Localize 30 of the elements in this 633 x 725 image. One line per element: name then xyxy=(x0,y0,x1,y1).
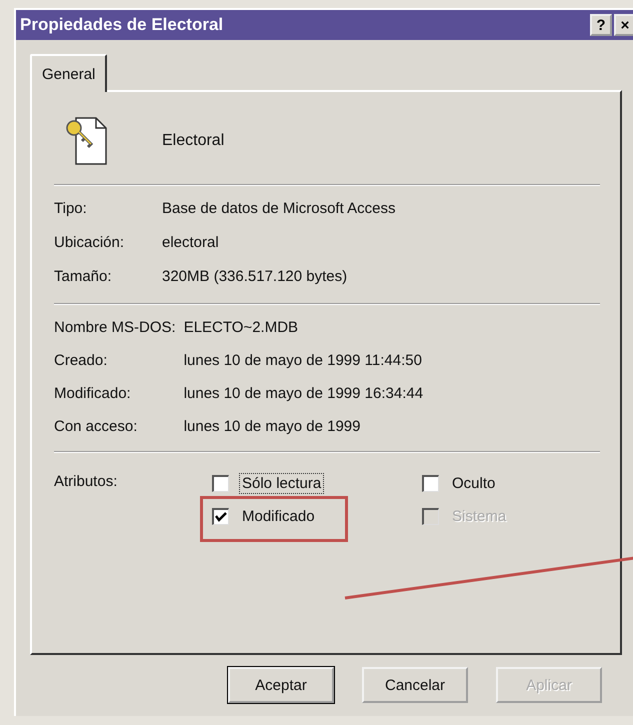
attributes-label: Atributos: xyxy=(54,473,118,490)
field-label: Modificado: xyxy=(54,385,132,402)
field-label: Tamaño: xyxy=(54,268,113,285)
checkbox-label[interactable]: Modificado xyxy=(239,506,318,527)
field-label: Ubicación: xyxy=(54,234,126,251)
field-value: ELECTO~2.MDB xyxy=(184,319,300,336)
help-button[interactable]: ? xyxy=(590,14,612,36)
checkbox[interactable] xyxy=(212,508,229,525)
window-title: Propiedades de Electoral xyxy=(20,15,224,35)
key-document-icon xyxy=(64,116,108,166)
tab[interactable]: General xyxy=(30,54,108,92)
check-icon xyxy=(215,511,227,523)
field-value: lunes 10 de mayo de 1999 11:44:50 xyxy=(184,352,423,369)
field-value: electoral xyxy=(162,234,220,251)
field-value: 320MB (336.517.120 bytes) xyxy=(162,268,348,285)
close-button[interactable]: × xyxy=(614,14,633,36)
checkbox-label[interactable]: Sólo lectura xyxy=(239,473,324,494)
file-name: Electoral xyxy=(162,132,224,150)
checkbox-label[interactable]: Oculto xyxy=(449,473,498,494)
dialog-button[interactable]: Cancelar xyxy=(362,667,468,703)
field-value: Base de datos de Microsoft Access xyxy=(162,200,396,217)
dialog-button[interactable]: Aceptar xyxy=(228,667,334,703)
field-value: lunes 10 de mayo de 1999 16:34:44 xyxy=(184,385,424,402)
field-value: lunes 10 de mayo de 1999 xyxy=(184,418,362,435)
checkbox[interactable] xyxy=(212,475,229,492)
checkbox[interactable] xyxy=(422,475,439,492)
field-label: Nombre MS-DOS: xyxy=(54,319,176,336)
field-label: Con acceso: xyxy=(54,418,138,435)
field-label: Creado: xyxy=(54,352,108,369)
field-label: Tipo: xyxy=(54,200,88,217)
